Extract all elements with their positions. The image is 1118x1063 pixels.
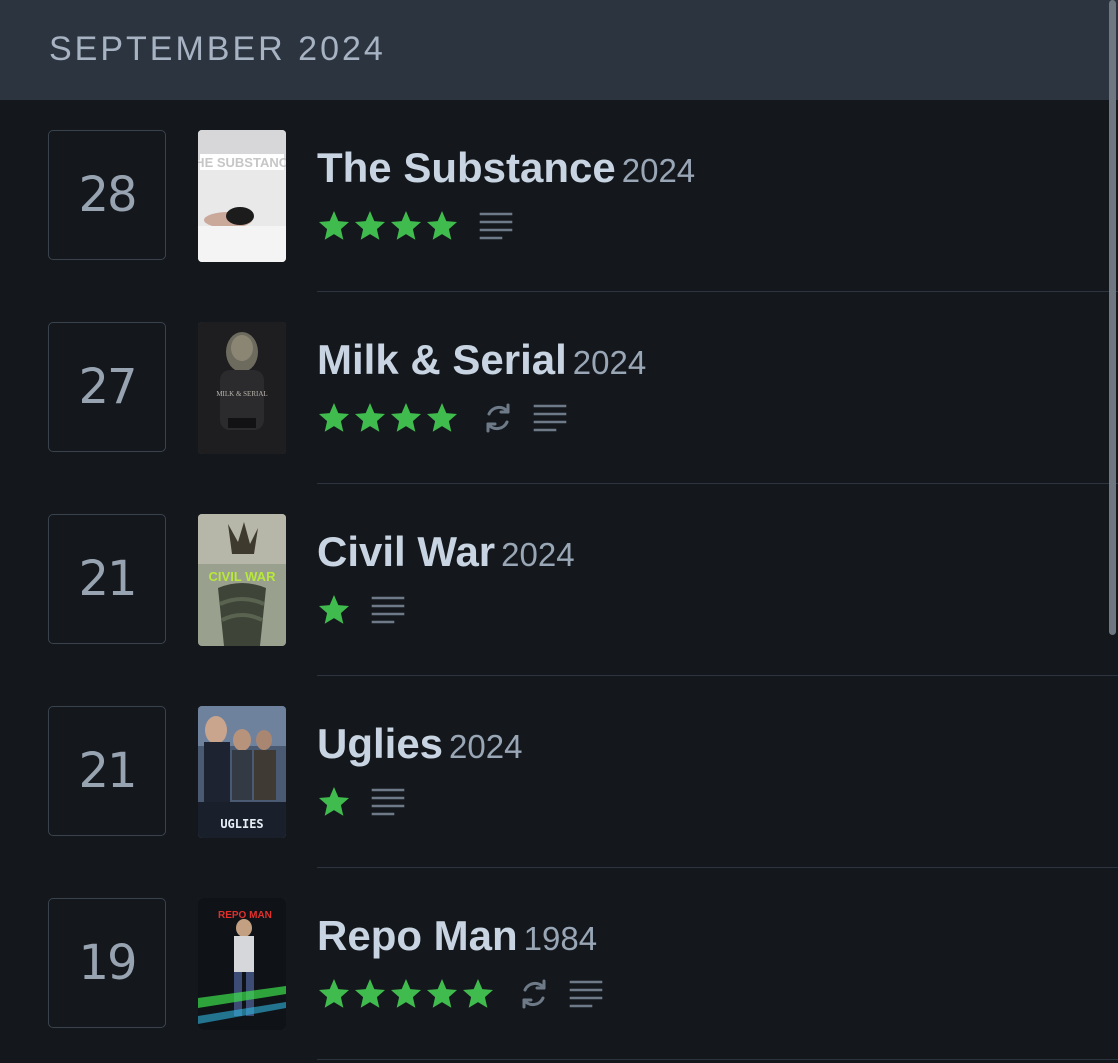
milk-and-serial-poster[interactable]: MILK & SERIAL [198,322,286,454]
star-icon [353,977,387,1011]
star-icon [317,401,351,435]
entry-meta [317,784,405,820]
film-year[interactable]: 2024 [622,152,695,189]
film-title-link[interactable]: Milk & Serial [317,336,567,383]
film-year[interactable]: 2024 [449,728,522,765]
film-year[interactable]: 1984 [524,920,597,957]
film-title-line: The Substance 2024 [317,144,695,192]
the-substance-poster[interactable]: THE SUBSTANCE [198,130,286,262]
divider [317,1059,1118,1060]
review-icon[interactable] [569,977,603,1011]
film-title-link[interactable]: Repo Man [317,912,518,959]
scrollbar[interactable] [1109,0,1116,635]
film-year[interactable]: 2024 [573,344,646,381]
star-icon [425,977,459,1011]
diary-entry-row[interactable]: 28 THE SUBSTANCE The Substance2024 [0,100,1118,292]
month-header: SEPTEMBER 2024 [0,0,1118,100]
star-rating [317,785,353,819]
uglies-poster[interactable]: UGLIES [198,706,286,838]
diary-screen: SEPTEMBER 2024 28 THE SUBSTANCE The Subs… [0,0,1118,1063]
rewatch-icon [481,401,515,435]
day-number[interactable]: 19 [48,898,166,1028]
film-title-line: Repo Man 1984 [317,912,597,960]
star-icon [425,209,459,243]
star-icon [353,401,387,435]
film-title-link[interactable]: The Substance [317,144,616,191]
star-icon [353,209,387,243]
day-number[interactable]: 28 [48,130,166,260]
star-icon [389,977,423,1011]
svg-text:CIVIL WAR: CIVIL WAR [209,569,277,584]
entry-meta [317,592,405,628]
month-label: SEPTEMBER 2024 [49,30,386,68]
review-icon[interactable] [479,209,513,243]
diary-entry-row[interactable]: 21 CIVIL WAR Civil War 2024 [0,484,1118,676]
star-icon [317,977,351,1011]
review-icon[interactable] [371,593,405,627]
svg-text:THE SUBSTANCE: THE SUBSTANCE [198,155,286,170]
film-title-line: Civil War 2024 [317,528,575,576]
star-rating [317,209,461,243]
svg-text:UGLIES: UGLIES [220,817,263,831]
entry-meta [317,400,567,436]
entry-meta [317,976,603,1012]
day-number[interactable]: 27 [48,322,166,452]
diary-entry-row[interactable]: 27 MILK & SERIAL Milk & Serial 2024 [0,292,1118,484]
rewatch-icon [517,977,551,1011]
film-title-line: Uglies 2024 [317,720,522,768]
review-icon[interactable] [371,785,405,819]
day-number[interactable]: 21 [48,514,166,644]
review-icon[interactable] [533,401,567,435]
diary-entry-row[interactable]: 19 REPO MAN Repo Man 1984 [0,868,1118,1060]
day-number[interactable]: 21 [48,706,166,836]
star-icon [317,209,351,243]
star-icon [389,209,423,243]
film-title-line: Milk & Serial 2024 [317,336,646,384]
svg-text:MILK & SERIAL: MILK & SERIAL [216,390,267,398]
diary-entry-row[interactable]: 21 UGLIES Uglies 2024 [0,676,1118,868]
star-icon [461,977,495,1011]
star-rating [317,977,497,1011]
star-icon [317,785,351,819]
star-rating [317,401,461,435]
entry-meta [317,208,513,244]
star-rating [317,593,353,627]
star-icon [425,401,459,435]
star-icon [389,401,423,435]
star-icon [317,593,351,627]
film-year[interactable]: 2024 [501,536,574,573]
film-title-link[interactable]: Civil War [317,528,495,575]
film-title-link[interactable]: Uglies [317,720,443,767]
civil-war-poster[interactable]: CIVIL WAR [198,514,286,646]
repo-man-poster[interactable]: REPO MAN [198,898,286,1030]
